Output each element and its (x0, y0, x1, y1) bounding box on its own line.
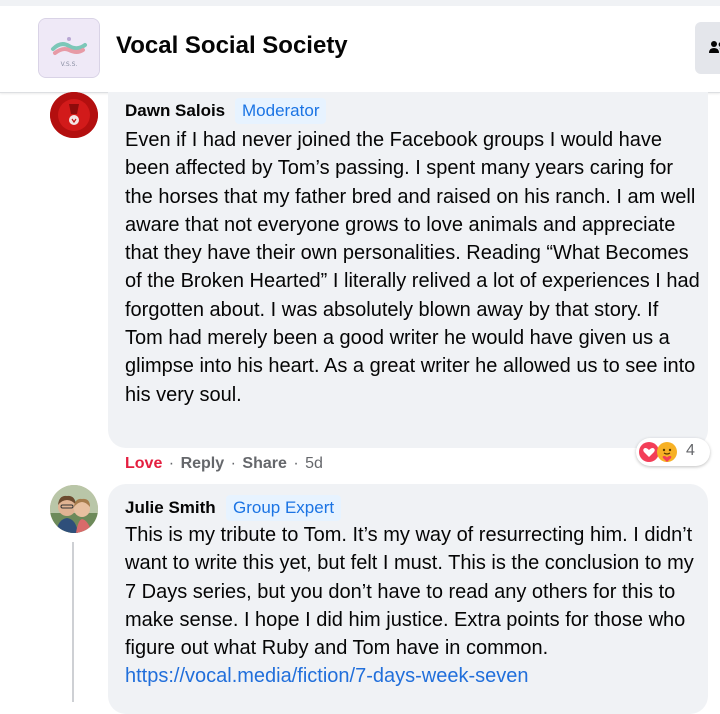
members-button[interactable] (695, 22, 720, 74)
thread-line (72, 542, 74, 702)
care-reaction-icon (657, 442, 677, 462)
reaction-summary[interactable]: 4 (636, 438, 710, 466)
avatar-image (50, 92, 98, 138)
separator: · (168, 455, 175, 472)
people-icon (709, 41, 720, 53)
group-header: V.S.S. Vocal Social Society (0, 0, 720, 93)
group-logo-image: V.S.S. (39, 19, 99, 77)
comment-bubble: Dawn Salois Moderator Even if I had neve… (108, 92, 708, 448)
comment-actions: Love · Reply · Share · 5d (125, 455, 323, 473)
comment-bubble: Julie Smith Group Expert This is my trib… (108, 484, 708, 714)
separator: · (293, 455, 299, 472)
group-name[interactable]: Vocal Social Society (116, 32, 348, 60)
comment-author[interactable]: Dawn Salois (125, 101, 225, 121)
avatar[interactable] (50, 485, 98, 533)
separator: · (230, 455, 236, 472)
reaction-count: 4 (686, 442, 695, 459)
comment-text: This is my tribute to Tom. It’s my way o… (125, 521, 700, 691)
avatar-image (50, 485, 98, 533)
love-action[interactable]: Love (125, 455, 162, 472)
avatar[interactable] (50, 92, 98, 138)
comment-text-body: This is my tribute to Tom. It’s my way o… (125, 524, 694, 660)
comment-text: Even if I had never joined the Facebook … (125, 129, 700, 406)
group-logo-text: V.S.S. (61, 61, 78, 68)
header-top-edge (0, 0, 720, 6)
moderator-badge[interactable]: Moderator (235, 98, 327, 124)
reply-action[interactable]: Reply (181, 455, 225, 472)
comment-age[interactable]: 5d (305, 455, 323, 472)
comment-link[interactable]: https://vocal.media/fiction/7-days-week-… (125, 665, 529, 687)
group-logo[interactable]: V.S.S. (38, 18, 100, 78)
comment-author[interactable]: Julie Smith (125, 498, 216, 518)
group-expert-badge[interactable]: Group Expert (226, 495, 342, 521)
share-action[interactable]: Share (242, 455, 286, 472)
